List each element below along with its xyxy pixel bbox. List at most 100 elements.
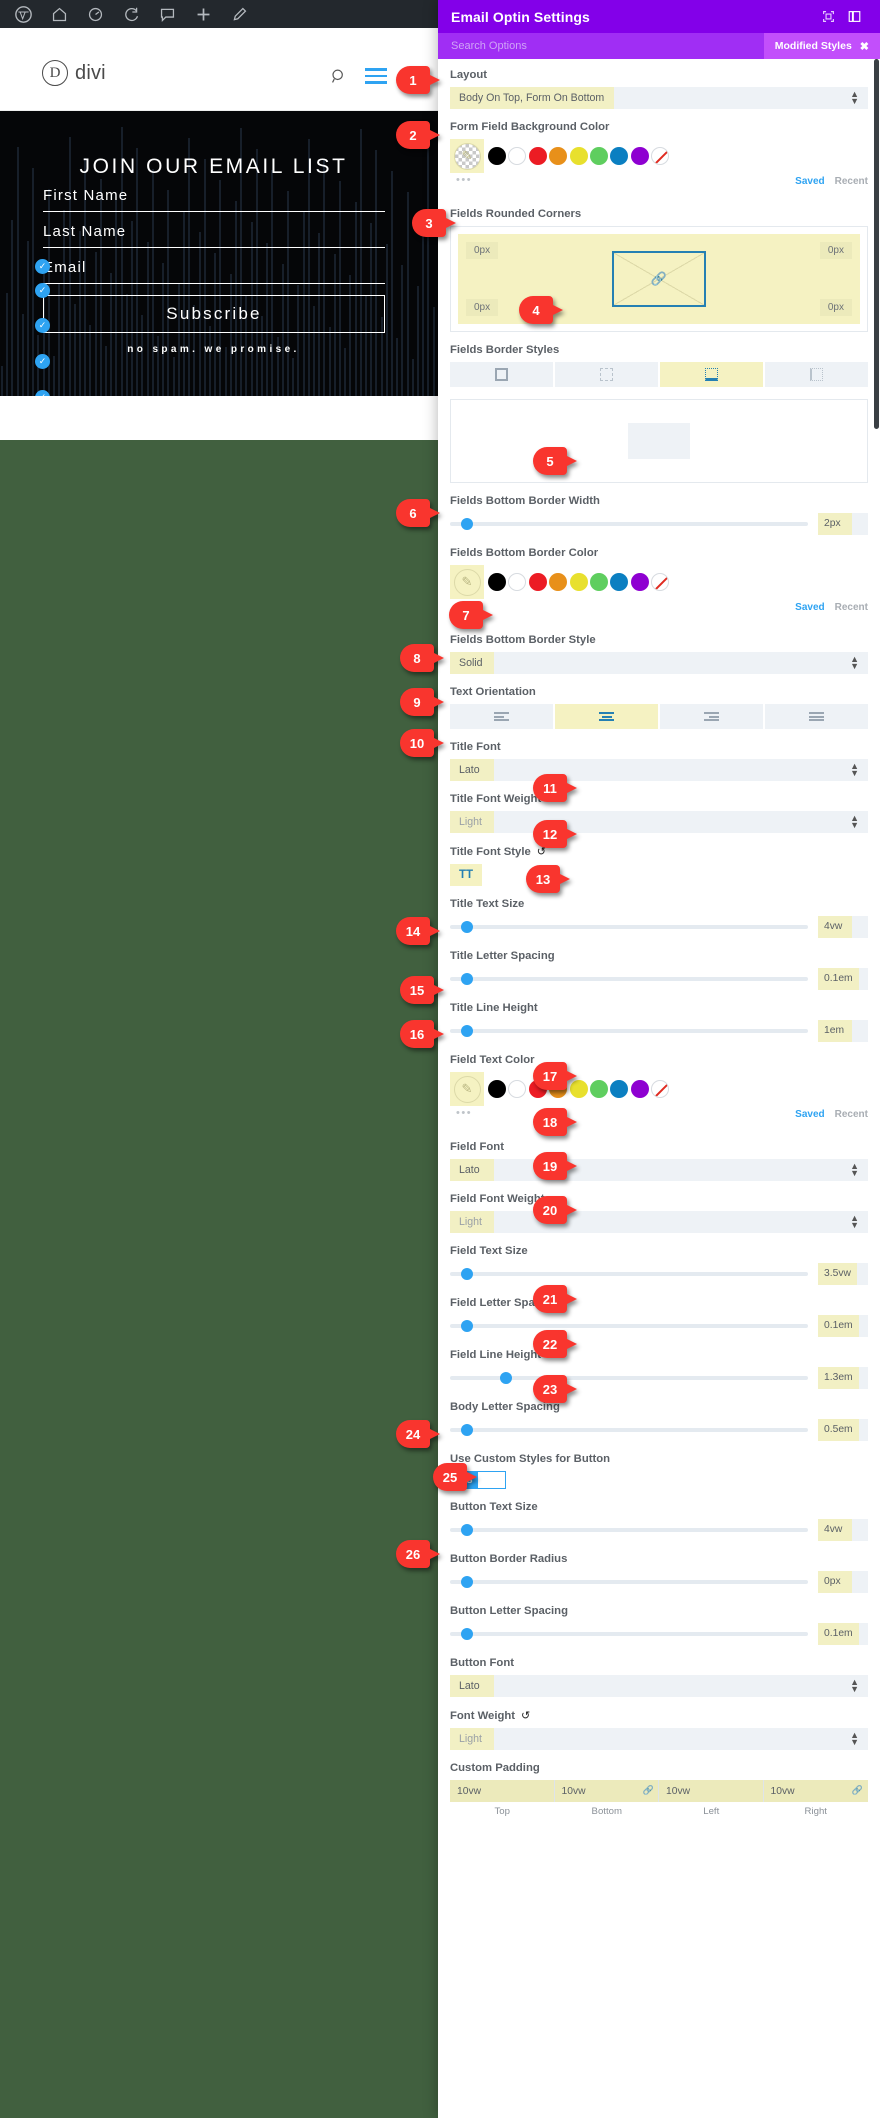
hero-field-email[interactable]: Email (43, 259, 385, 284)
align-justify-button[interactable] (765, 704, 868, 729)
builder-dot-1[interactable]: ✓ (35, 259, 50, 274)
saved-link[interactable]: Saved (795, 602, 824, 613)
swatch-none[interactable] (651, 147, 670, 165)
value-box[interactable]: 2px (818, 513, 868, 535)
swatch-green[interactable] (589, 1080, 608, 1098)
link-icon[interactable]: 🔗 (651, 271, 667, 287)
swatch-blue[interactable] (610, 1080, 629, 1098)
modified-styles-chip[interactable]: Modified Styles ✖ (763, 33, 880, 59)
corner-bottom-right[interactable]: 0px (819, 299, 852, 316)
link-icon[interactable]: 🔗 (852, 1785, 863, 1796)
border-style-dashed[interactable] (555, 362, 658, 387)
link-icon[interactable]: 🔗 (643, 1785, 654, 1796)
builder-dot-2[interactable]: ✓ (35, 283, 50, 298)
slider-knob[interactable] (460, 518, 473, 530)
slider-knob[interactable] (460, 1576, 473, 1588)
builder-dot-4[interactable]: ✓ (35, 354, 50, 369)
slider-knob[interactable] (460, 1025, 473, 1037)
slider-track[interactable] (450, 1628, 808, 1640)
value-box[interactable]: 3.5vw (818, 1263, 868, 1285)
color-picker-swatch[interactable]: ✎ (450, 565, 484, 599)
slider-track[interactable] (450, 1424, 808, 1436)
new-icon[interactable] (186, 0, 220, 28)
corner-bottom-left[interactable]: 0px (466, 299, 499, 316)
slider-track[interactable] (450, 1524, 808, 1536)
color-picker-swatch[interactable]: ✎ (450, 139, 484, 173)
field-font-select[interactable]: Lato ▲ ▼ (450, 1159, 868, 1181)
hamburger-icon[interactable] (365, 68, 387, 88)
corner-top-right[interactable]: 0px (819, 242, 852, 259)
saved-link[interactable]: Saved (795, 176, 824, 187)
search-input[interactable] (451, 40, 764, 52)
border-style-solid[interactable] (450, 362, 553, 387)
toggle-no[interactable] (477, 1471, 506, 1489)
border-style-left[interactable] (765, 362, 868, 387)
slider-track[interactable] (450, 1025, 808, 1037)
slider-track[interactable] (450, 921, 808, 933)
slider-track[interactable] (450, 1576, 808, 1588)
swatch-blue[interactable] (610, 573, 629, 591)
padding-left-value[interactable]: 10vw (659, 1780, 764, 1802)
swatch-yellow[interactable] (569, 573, 588, 591)
swatch-black[interactable] (488, 573, 506, 591)
swatch-orange[interactable] (549, 573, 568, 591)
swatch-none[interactable] (651, 1080, 670, 1098)
slider-knob[interactable] (500, 1372, 513, 1384)
title-font-select[interactable]: Lato ▲ ▼ (450, 759, 868, 781)
swatch-yellow[interactable] (569, 147, 588, 165)
slider-knob[interactable] (460, 973, 473, 985)
saved-link[interactable]: Saved (795, 1109, 824, 1120)
panel-layout-icon[interactable] (841, 6, 867, 28)
slider-track[interactable] (450, 518, 808, 530)
padding-top-value[interactable]: 10vw (450, 1780, 555, 1802)
expand-icon[interactable] (815, 6, 841, 28)
slider-knob[interactable] (460, 1424, 473, 1436)
search-icon[interactable] (330, 68, 347, 90)
field-font-weight-select[interactable]: Light ▲ ▼ (450, 1211, 868, 1233)
slider-knob[interactable] (460, 921, 473, 933)
wordpress-icon[interactable] (6, 0, 40, 28)
updates-icon[interactable] (114, 0, 148, 28)
swatch-red[interactable] (528, 573, 547, 591)
site-logo[interactable]: D divi (42, 60, 106, 86)
color-picker-swatch[interactable]: ✎ (450, 1072, 484, 1106)
text-transform-uppercase-button[interactable]: TT (450, 864, 482, 886)
swatch-orange[interactable] (549, 147, 568, 165)
swatch-green[interactable] (589, 147, 608, 165)
swatch-purple[interactable] (630, 1080, 649, 1098)
reset-icon[interactable]: ↺ (521, 1709, 530, 1722)
value-box[interactable]: 0.1em (818, 1315, 868, 1337)
panel-scrollbar[interactable] (874, 59, 879, 429)
border-style-select[interactable]: Solid ▲ ▼ (450, 652, 868, 674)
swatch-purple[interactable] (630, 573, 649, 591)
hero-subscribe-button[interactable]: Subscribe (43, 295, 385, 333)
border-style-bottom[interactable] (660, 362, 763, 387)
value-box[interactable]: 0px (818, 1571, 868, 1593)
recent-link[interactable]: Recent (835, 1109, 868, 1120)
title-font-weight-select[interactable]: Light ▲ ▼ (450, 811, 868, 833)
close-icon[interactable]: ✖ (860, 40, 869, 53)
slider-track[interactable] (450, 1372, 808, 1384)
swatch-black[interactable] (488, 1080, 506, 1098)
value-box[interactable]: 0.1em (818, 968, 868, 990)
swatch-black[interactable] (488, 147, 506, 165)
recent-link[interactable]: Recent (835, 602, 868, 613)
value-box[interactable]: 1em (818, 1020, 868, 1042)
align-center-button[interactable] (555, 704, 658, 729)
align-left-button[interactable] (450, 704, 553, 729)
slider-track[interactable] (450, 1268, 808, 1280)
comments-icon[interactable] (150, 0, 184, 28)
value-box[interactable]: 0.5em (818, 1419, 868, 1441)
hero-field-first-name[interactable]: First Name (43, 187, 385, 212)
swatch-none[interactable] (651, 573, 670, 591)
swatch-red[interactable] (528, 147, 547, 165)
slider-knob[interactable] (460, 1524, 473, 1536)
home-icon[interactable] (42, 0, 76, 28)
swatch-blue[interactable] (610, 147, 629, 165)
edit-icon[interactable] (222, 0, 256, 28)
value-box[interactable]: 4vw (818, 916, 868, 938)
recent-link[interactable]: Recent (835, 176, 868, 187)
font-weight-select[interactable]: Light ▲ ▼ (450, 1728, 868, 1750)
slider-knob[interactable] (460, 1268, 473, 1280)
corner-top-left[interactable]: 0px (466, 242, 499, 259)
